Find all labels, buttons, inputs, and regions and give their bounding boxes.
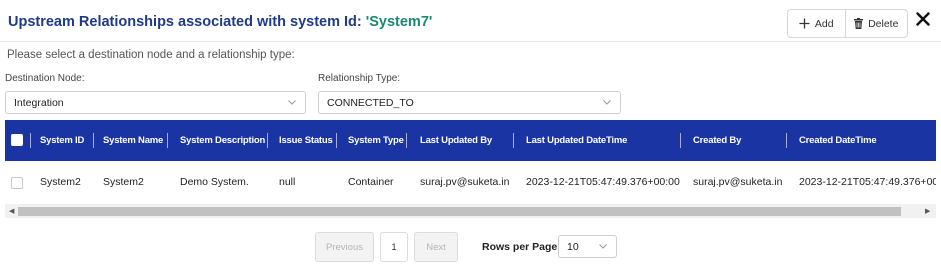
cell-system-name: System2 [103, 176, 144, 188]
add-button[interactable]: Add [788, 10, 846, 37]
close-button[interactable] [914, 11, 932, 31]
relationship-type-value: CONNECTED_TO [327, 96, 414, 109]
plus-icon [799, 18, 810, 29]
cell-created-datetime: 2023-12-21T05:47:49.376+00:00 [799, 176, 936, 188]
scrollbar-thumb[interactable] [18, 207, 901, 216]
column-header-issue-status[interactable]: Issue Status [279, 120, 333, 161]
row-checkbox[interactable] [11, 177, 23, 189]
cell-created-by: suraj.pv@suketa.in [693, 176, 783, 188]
column-separator [93, 133, 94, 148]
cell-last-updated-datetime: 2023-12-21T05:47:49.376+00:00 [526, 176, 680, 188]
column-separator [267, 133, 268, 148]
current-page-indicator[interactable]: 1 [380, 232, 408, 262]
cell-system-type: Container [348, 176, 394, 188]
cell-system-id: System2 [40, 176, 81, 188]
dialog-header: Upstream Relationships associated with s… [0, 0, 941, 42]
column-separator [406, 133, 407, 148]
select-all-checkbox[interactable] [11, 134, 23, 146]
chevron-down-icon [287, 97, 297, 110]
column-header-system-id[interactable]: System ID [40, 120, 84, 161]
scroll-right-arrow-icon[interactable]: ▶ [925, 207, 930, 215]
trash-icon [854, 18, 864, 29]
relationship-type-label: Relationship Type: [318, 73, 401, 84]
column-separator [786, 133, 787, 148]
column-separator [167, 133, 168, 148]
add-button-label: Add [814, 17, 834, 30]
previous-page-button[interactable]: Previous [315, 232, 374, 262]
column-separator [30, 133, 31, 148]
destination-node-value: Integration [14, 96, 64, 109]
destination-node-label: Destination Node: [5, 73, 85, 84]
chevron-down-icon [598, 241, 608, 254]
relationship-type-select[interactable]: CONNECTED_TO [318, 91, 621, 114]
column-header-system-type[interactable]: System Type [348, 120, 404, 161]
column-header-last-updated-datetime[interactable]: Last Updated DateTime [526, 120, 627, 161]
rows-per-page-value: 10 [567, 240, 579, 253]
column-header-last-updated-by[interactable]: Last Updated By [420, 120, 492, 161]
column-header-created-by[interactable]: Created By [693, 120, 741, 161]
column-header-created-datetime[interactable]: Created DateTime [799, 120, 877, 161]
dialog-title-text: Upstream Relationships associated with s… [8, 14, 366, 30]
destination-node-select[interactable]: Integration [5, 91, 306, 114]
rows-per-page-select[interactable]: 10 [558, 235, 617, 258]
rows-per-page-label: Rows per Page: [482, 241, 561, 253]
cell-last-updated-by: suraj.pv@suketa.in [420, 176, 510, 188]
horizontal-scrollbar[interactable]: ◀ ▶ [5, 204, 936, 218]
close-icon [916, 11, 930, 31]
scroll-left-arrow-icon[interactable]: ◀ [9, 207, 14, 215]
cell-issue-status: null [279, 176, 296, 188]
delete-button[interactable]: Delete [846, 10, 907, 37]
column-header-system-description[interactable]: System Description [180, 120, 265, 161]
dialog-toolbar: Add Delete [787, 9, 908, 38]
column-separator [336, 133, 337, 148]
cell-system-description: Demo System. [180, 176, 249, 188]
chevron-down-icon [602, 97, 612, 110]
relationships-table: System ID System Name System Description… [5, 120, 936, 219]
dialog-title: Upstream Relationships associated with s… [8, 14, 432, 30]
column-separator [513, 133, 514, 148]
system-id-label: 'System7' [365, 14, 433, 30]
next-page-button[interactable]: Next [414, 232, 458, 262]
column-header-system-name[interactable]: System Name [103, 120, 163, 161]
instruction-text: Please select a destination node and a r… [7, 49, 295, 61]
delete-button-label: Delete [868, 17, 899, 30]
table-header: System ID System Name System Description… [5, 120, 936, 161]
table-row[interactable]: System2 System2 Demo System. null Contai… [5, 161, 936, 203]
column-separator [680, 133, 681, 148]
